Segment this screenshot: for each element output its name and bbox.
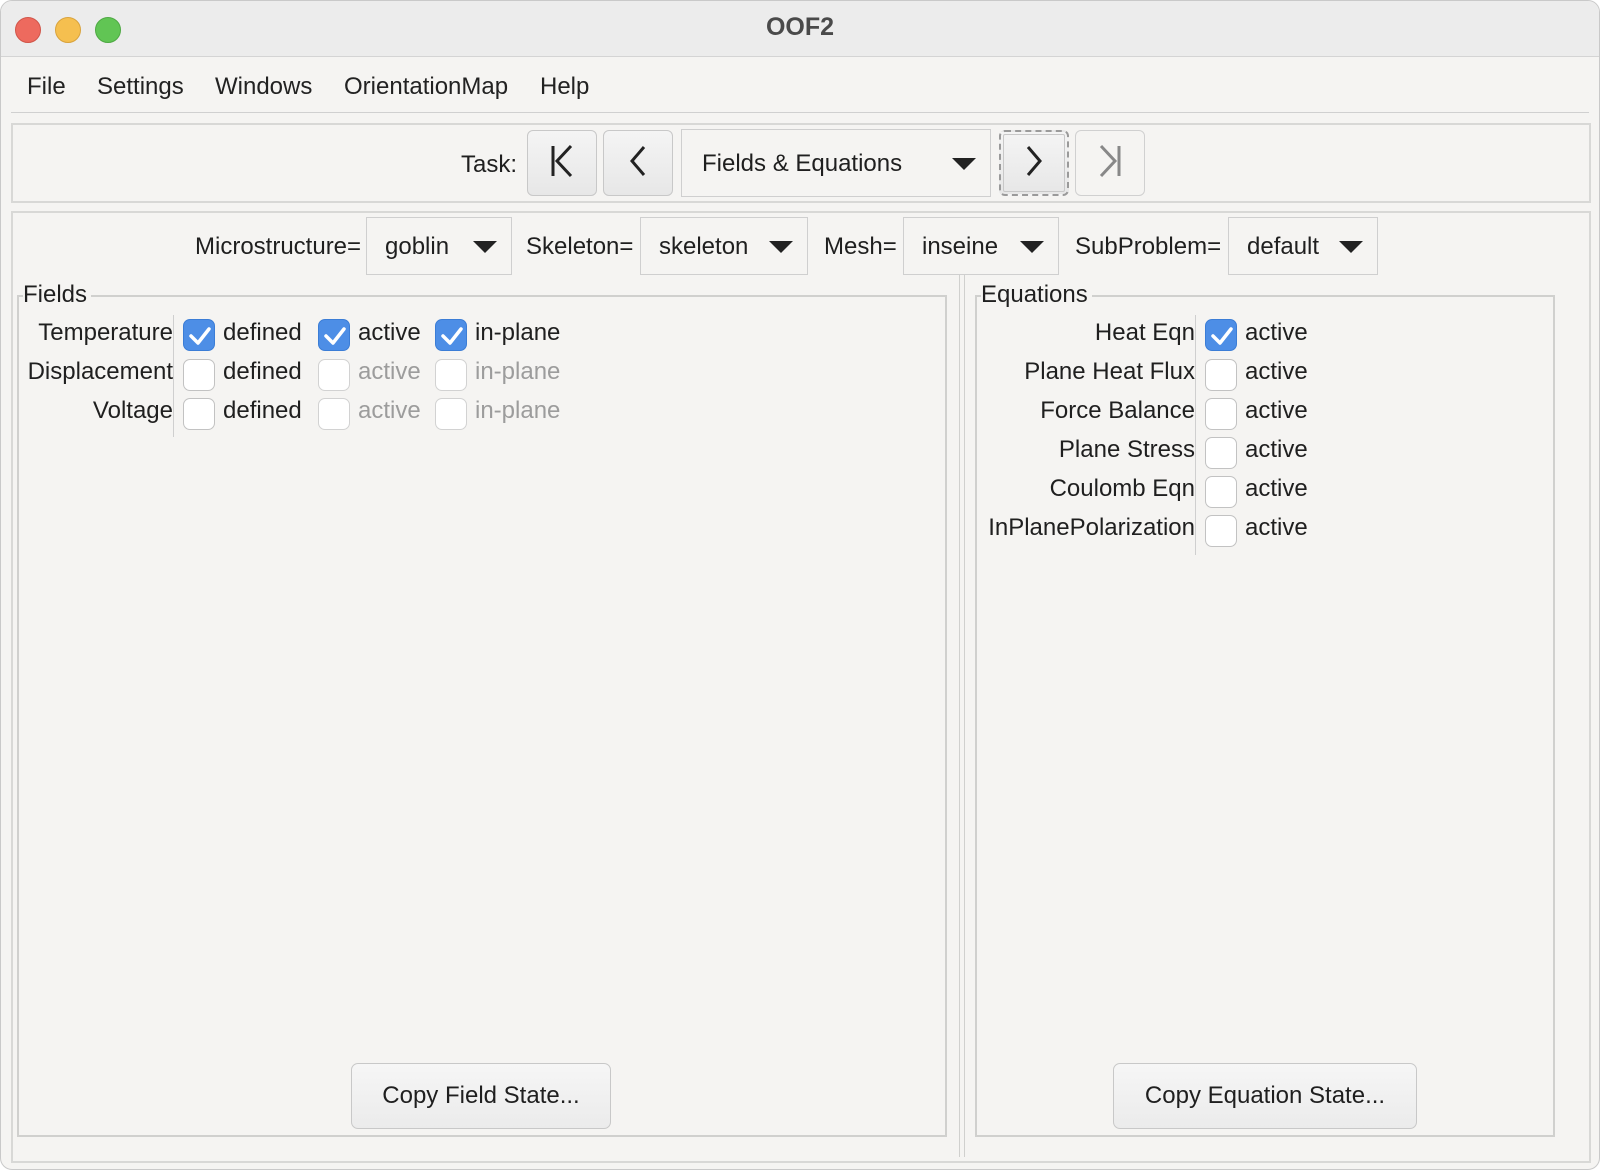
checkmark-icon <box>441 327 463 345</box>
voltage-inplane-checkbox[interactable] <box>435 398 467 430</box>
task-label: Task: <box>461 151 518 178</box>
displacement-inplane-checkbox[interactable] <box>435 359 467 391</box>
skeleton-chooser[interactable]: skeleton <box>640 217 808 275</box>
copy-field-state-button[interactable]: Copy Field State... <box>351 1063 611 1129</box>
coulomb-eqn-active-label: active <box>1245 475 1308 502</box>
equation-name-force-balance: Force Balance <box>1040 397 1195 424</box>
skeleton-label: Skeleton= <box>526 233 634 260</box>
equation-name-plane-heat-flux: Plane Heat Flux <box>1024 358 1195 385</box>
mesh-value: inseine <box>922 233 999 260</box>
subproblem-label: SubProblem= <box>1075 233 1222 260</box>
chevron-down-icon <box>473 241 497 253</box>
fields-frame: Fields Temperature defined active in-pla… <box>17 281 947 1137</box>
temperature-defined-checkbox[interactable] <box>183 319 215 351</box>
temperature-inplane-checkbox[interactable] <box>435 319 467 351</box>
window-title: OOF2 <box>765 13 835 41</box>
menu-bar: File Settings Windows OrientationMap Hel… <box>11 57 1589 113</box>
microstructure-label: Microstructure= <box>195 233 362 260</box>
previous-task-button[interactable] <box>603 130 673 196</box>
task-bar: Task: Fields & Equations <box>11 123 1591 203</box>
temperature-active-label: active <box>358 319 421 346</box>
menu-settings[interactable]: Settings <box>97 73 184 101</box>
skeleton-value: skeleton <box>659 233 749 260</box>
menu-file[interactable]: File <box>27 73 66 101</box>
voltage-inplane-label: in-plane <box>475 397 561 424</box>
coulomb-eqn-active-checkbox[interactable] <box>1205 476 1237 508</box>
chevron-down-icon <box>952 158 976 170</box>
voltage-active-checkbox[interactable] <box>318 398 350 430</box>
chevron-down-icon <box>1339 241 1363 253</box>
first-task-button[interactable] <box>527 130 597 196</box>
voltage-defined-label: defined <box>223 397 302 424</box>
displacement-active-checkbox[interactable] <box>318 359 350 391</box>
task-selector[interactable]: Fields & Equations <box>681 129 991 197</box>
title-bar: OOF2 <box>1 1 1599 57</box>
chevron-down-icon <box>769 241 793 253</box>
task-selector-value: Fields & Equations <box>702 150 903 177</box>
plane-heat-flux-active-label: active <box>1245 358 1308 385</box>
voltage-defined-checkbox[interactable] <box>183 398 215 430</box>
skip-to-first-icon <box>547 143 577 184</box>
displacement-defined-checkbox[interactable] <box>183 359 215 391</box>
inplanepolarization-active-label: active <box>1245 514 1308 541</box>
last-task-button[interactable] <box>1075 130 1145 196</box>
chevron-right-icon <box>1022 143 1046 184</box>
plane-stress-active-checkbox[interactable] <box>1205 437 1237 469</box>
temperature-active-checkbox[interactable] <box>318 319 350 351</box>
field-name-displacement: Displacement <box>27 358 173 385</box>
equations-column-separator <box>1195 315 1196 555</box>
heat-eqn-active-checkbox[interactable] <box>1205 319 1237 351</box>
displacement-active-label: active <box>358 358 421 385</box>
microstructure-chooser[interactable]: goblin <box>366 217 512 275</box>
checkmark-icon <box>324 327 346 345</box>
voltage-active-label: active <box>358 397 421 424</box>
copy-equation-state-button[interactable]: Copy Equation State... <box>1113 1063 1417 1129</box>
checkmark-icon <box>189 327 211 345</box>
field-name-temperature: Temperature <box>38 319 173 346</box>
chevron-left-icon <box>626 143 650 184</box>
menu-orientationmap[interactable]: OrientationMap <box>344 73 508 101</box>
fields-column-separator <box>173 315 174 437</box>
chevron-down-icon <box>1020 241 1044 253</box>
pane-divider[interactable] <box>959 275 965 1157</box>
equation-name-plane-stress: Plane Stress <box>1058 436 1195 463</box>
next-task-button[interactable] <box>999 130 1069 196</box>
equations-title: Equations <box>981 281 1092 309</box>
app-window: OOF2 File Settings Windows OrientationMa… <box>0 0 1600 1170</box>
force-balance-active-label: active <box>1245 397 1308 424</box>
subproblem-value: default <box>1247 233 1320 260</box>
checkmark-icon <box>1211 327 1233 345</box>
inplanepolarization-active-checkbox[interactable] <box>1205 515 1237 547</box>
mesh-label: Mesh= <box>824 233 897 260</box>
displacement-inplane-label: in-plane <box>475 358 561 385</box>
plane-stress-active-label: active <box>1245 436 1308 463</box>
menu-windows[interactable]: Windows <box>215 73 312 101</box>
fields-title: Fields <box>23 281 92 309</box>
subproblem-chooser[interactable]: default <box>1228 217 1378 275</box>
temperature-defined-label: defined <box>223 319 302 346</box>
heat-eqn-active-label: active <box>1245 319 1308 346</box>
equation-name-coulomb-eqn: Coulomb Eqn <box>1049 475 1195 502</box>
skip-to-last-icon <box>1095 143 1125 184</box>
equations-frame: Equations Heat Eqn active Plane Heat Flu… <box>975 281 1555 1137</box>
force-balance-active-checkbox[interactable] <box>1205 398 1237 430</box>
field-name-voltage: Voltage <box>92 397 173 424</box>
fields-equations-panel: Microstructure= goblin Skeleton= skeleto… <box>11 211 1591 1163</box>
displacement-defined-label: defined <box>223 358 302 385</box>
mesh-chooser[interactable]: inseine <box>903 217 1059 275</box>
plane-heat-flux-active-checkbox[interactable] <box>1205 359 1237 391</box>
equation-name-inplanepolarization: InPlanePolarization <box>988 514 1195 541</box>
equation-name-heat-eqn: Heat Eqn <box>1094 319 1195 346</box>
menu-help[interactable]: Help <box>540 73 589 101</box>
microstructure-value: goblin <box>385 233 450 260</box>
temperature-inplane-label: in-plane <box>475 319 561 346</box>
